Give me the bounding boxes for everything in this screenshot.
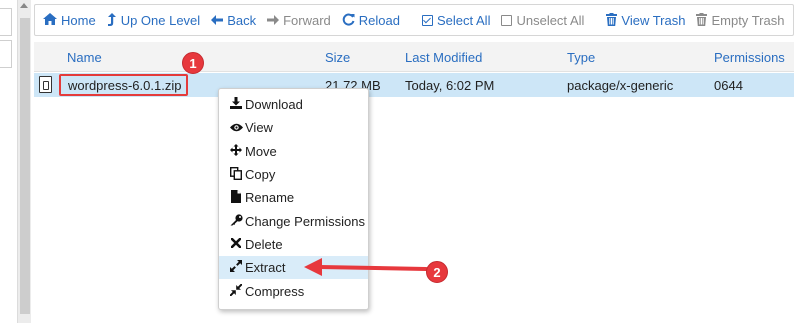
menu-item-view[interactable]: View bbox=[219, 116, 368, 139]
select-all-label: Select All bbox=[436, 12, 491, 28]
back-label: Back bbox=[227, 12, 257, 28]
trash-icon bbox=[606, 12, 618, 28]
left-pane bbox=[0, 0, 14, 323]
menu-item-copy[interactable]: Copy bbox=[219, 163, 368, 186]
arrow-right-icon bbox=[267, 14, 280, 27]
column-header-size[interactable]: Size bbox=[325, 50, 350, 65]
empty-trash-label: Empty Trash bbox=[711, 12, 785, 28]
move-icon bbox=[229, 143, 243, 159]
menu-item-label: Rename bbox=[245, 190, 295, 206]
view-trash-label: View Trash bbox=[621, 12, 686, 28]
empty-trash-button[interactable]: Empty Trash bbox=[696, 5, 794, 35]
column-header-permissions[interactable]: Permissions bbox=[714, 50, 785, 65]
menu-item-label: Extract bbox=[245, 260, 286, 276]
up-one-level-label: Up One Level bbox=[120, 12, 201, 28]
home-label: Home bbox=[61, 12, 96, 28]
step-badge-1: 1 bbox=[182, 52, 204, 74]
up-one-level-button[interactable]: Up One Level bbox=[107, 5, 212, 35]
scrollbar-thumb[interactable] bbox=[20, 18, 30, 314]
scroll-up-arrow-icon[interactable] bbox=[20, 3, 28, 8]
left-pane-box[interactable] bbox=[0, 8, 12, 36]
reload-button[interactable]: Reload bbox=[342, 5, 411, 35]
file-type: package/x-generic bbox=[567, 78, 674, 93]
close-icon bbox=[229, 237, 243, 251]
unselect-all-label: Unselect All bbox=[516, 12, 585, 28]
column-header-last-modified[interactable]: Last Modified bbox=[405, 50, 482, 65]
menu-item-label: Compress bbox=[245, 283, 305, 299]
file-last-modified: Today, 6:02 PM bbox=[405, 78, 495, 93]
refresh-icon bbox=[342, 13, 355, 28]
level-up-icon bbox=[107, 12, 117, 28]
unselect-all-button[interactable]: Unselect All bbox=[501, 5, 595, 35]
toolbar: Home Up One Level Back Forward Reload Se… bbox=[34, 4, 794, 36]
column-header-name[interactable]: Name bbox=[67, 50, 102, 65]
menu-item-rename[interactable]: Rename bbox=[219, 186, 368, 209]
arrow-left-icon bbox=[211, 14, 224, 27]
empty-box-icon bbox=[501, 14, 513, 26]
menu-item-label: Copy bbox=[245, 167, 276, 183]
expand-icon bbox=[229, 260, 243, 275]
left-pane-scrollbar[interactable] bbox=[17, 0, 31, 323]
back-button[interactable]: Back bbox=[211, 5, 267, 35]
menu-item-download[interactable]: Download bbox=[219, 93, 368, 116]
left-pane-box[interactable] bbox=[0, 40, 12, 68]
menu-item-label: Download bbox=[245, 97, 303, 113]
menu-item-delete[interactable]: Delete bbox=[219, 233, 368, 256]
file-permissions: 0644 bbox=[714, 78, 743, 93]
home-button[interactable]: Home bbox=[43, 5, 107, 35]
annotation-arrow bbox=[304, 258, 428, 276]
checked-box-icon bbox=[421, 14, 433, 26]
menu-item-label: Move bbox=[245, 143, 277, 159]
home-icon bbox=[43, 13, 57, 27]
view-trash-button[interactable]: View Trash bbox=[606, 5, 696, 35]
zip-file-icon bbox=[39, 76, 52, 93]
menu-item-change-permissions[interactable]: Change Permissions bbox=[219, 209, 368, 232]
compress-icon bbox=[229, 283, 243, 299]
copy-icon bbox=[229, 166, 243, 183]
trash-icon bbox=[696, 12, 708, 28]
reload-label: Reload bbox=[358, 12, 400, 28]
menu-item-label: Delete bbox=[245, 236, 283, 252]
table-header: Name Size Last Modified Type Permissions bbox=[34, 42, 794, 72]
step-badge-2: 2 bbox=[426, 261, 448, 283]
select-all-button[interactable]: Select All bbox=[421, 5, 501, 35]
column-header-type[interactable]: Type bbox=[567, 50, 595, 65]
key-icon bbox=[229, 214, 243, 229]
menu-item-label: Change Permissions bbox=[245, 213, 365, 229]
file-icon bbox=[229, 189, 243, 206]
menu-item-move[interactable]: Move bbox=[219, 140, 368, 163]
download-icon bbox=[229, 97, 243, 112]
annotation-highlight-box bbox=[59, 74, 188, 96]
forward-label: Forward bbox=[283, 12, 331, 28]
menu-item-label: View bbox=[245, 120, 273, 136]
forward-button[interactable]: Forward bbox=[267, 5, 342, 35]
eye-icon bbox=[229, 121, 243, 135]
